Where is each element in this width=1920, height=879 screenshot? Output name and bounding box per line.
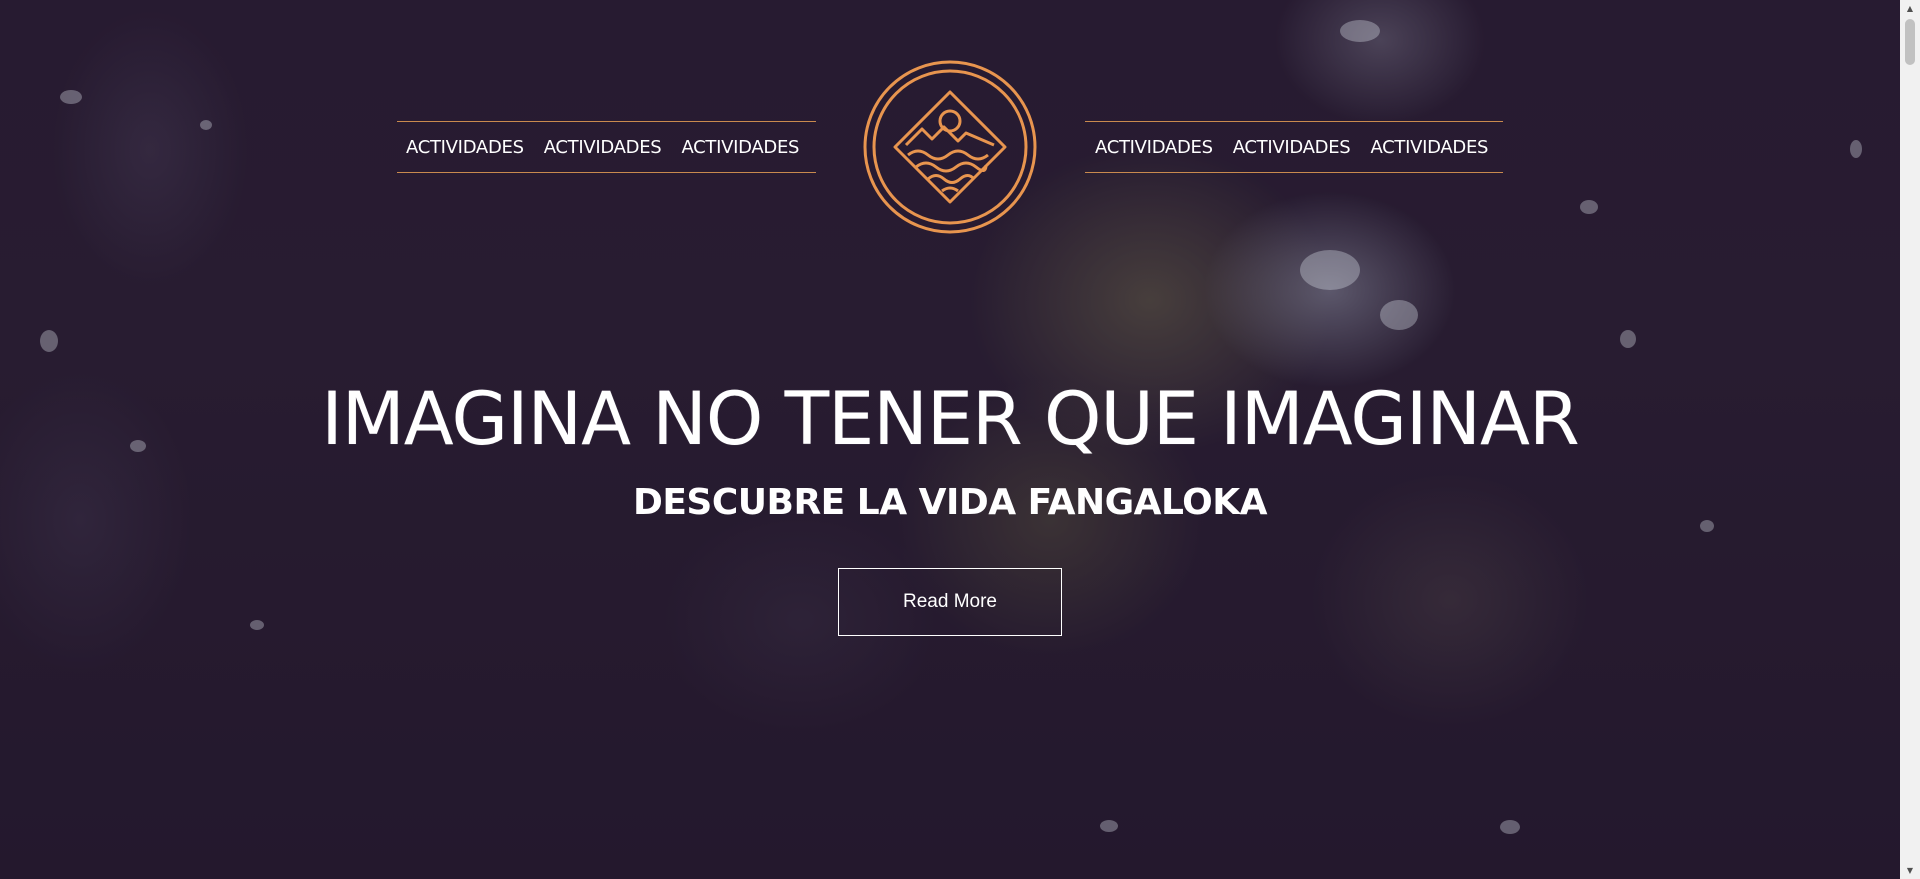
- nav-item-actividades-4[interactable]: ACTIVIDADES: [1095, 137, 1213, 158]
- site-logo-link[interactable]: [862, 59, 1038, 235]
- nav-item-actividades-1[interactable]: ACTIVIDADES: [406, 137, 524, 158]
- sun-mountain-waves-logo-icon: [863, 60, 1037, 234]
- hero-headline: IMAGINA NO TENER QUE IMAGINAR: [321, 377, 1579, 462]
- nav-item-actividades-3[interactable]: ACTIVIDADES: [681, 137, 799, 158]
- nav-item-actividades-2[interactable]: ACTIVIDADES: [544, 137, 662, 158]
- read-more-button[interactable]: Read More: [838, 568, 1062, 636]
- hero-subheadline: DESCUBRE LA VIDA FANGALOKA: [632, 482, 1268, 523]
- triangle-up-icon[interactable]: ▲: [1900, 0, 1920, 17]
- nav-right: ACTIVIDADES ACTIVIDADES ACTIVIDADES: [1085, 121, 1503, 173]
- nav-item-actividades-5[interactable]: ACTIVIDADES: [1233, 137, 1351, 158]
- triangle-down-icon[interactable]: ▼: [1900, 862, 1920, 879]
- scrollbar-thumb[interactable]: [1905, 19, 1915, 65]
- page: ACTIVIDADES ACTIVIDADES ACTIVIDADES ACTI…: [0, 0, 1920, 879]
- nav-left: ACTIVIDADES ACTIVIDADES ACTIVIDADES: [397, 121, 816, 173]
- vertical-scrollbar[interactable]: ▲ ▼: [1900, 0, 1920, 879]
- nav-item-actividades-6[interactable]: ACTIVIDADES: [1370, 137, 1488, 158]
